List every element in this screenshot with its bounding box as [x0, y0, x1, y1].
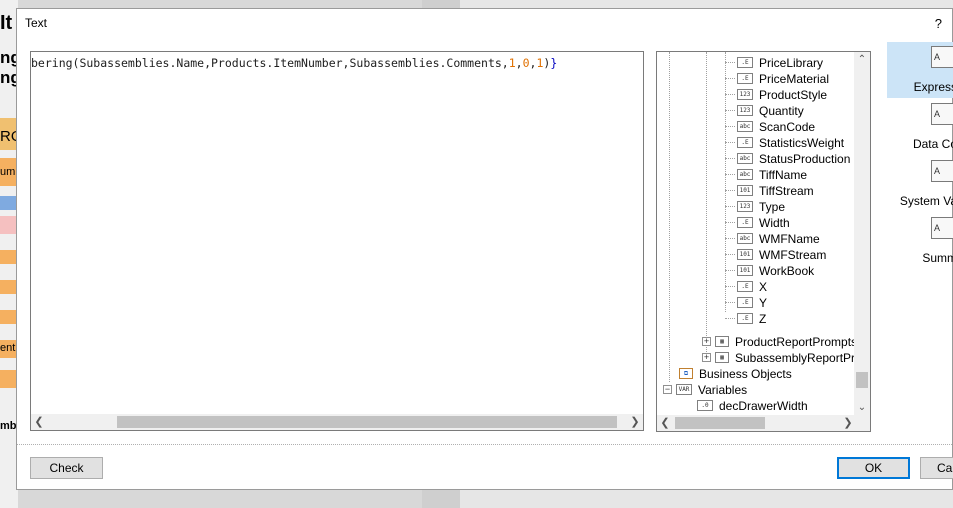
field-type-icon: 123 — [737, 201, 753, 213]
tree-node-subassembly-report-prompts[interactable]: + ▦ SubassemblyReportPron — [702, 349, 868, 365]
ok-button[interactable]: OK — [837, 457, 910, 479]
tree-vertical-scrollbar[interactable]: ⌃ ⌄ — [854, 52, 870, 416]
expression-text[interactable]: bering(Subassemblies.Name,Products.ItemN… — [31, 56, 641, 70]
tree-field-item[interactable]: .E PriceLibrary — [725, 54, 823, 70]
field-type-icon: abc — [737, 121, 753, 133]
field-type-icon: .E — [737, 217, 753, 229]
tree-field-item[interactable]: 123 ProductStyle — [725, 86, 827, 102]
field-type-icon: .E — [737, 297, 753, 309]
dialog-title: Text — [25, 16, 48, 30]
expression-icon: A — [931, 46, 953, 68]
tree-field-item[interactable]: 101 WMFStream — [725, 246, 826, 262]
data-column-mode-button[interactable]: A Data Co — [887, 99, 953, 155]
data-column-icon: A — [931, 103, 953, 125]
field-type-icon: 123 — [737, 105, 753, 117]
scroll-right-icon[interactable]: ❯ — [627, 414, 643, 430]
scroll-thumb[interactable] — [856, 372, 868, 388]
field-type-icon: 101 — [737, 265, 753, 277]
tree-field-item[interactable]: abc ScanCode — [725, 118, 815, 134]
tree-field-item[interactable]: abc StatusProduction — [725, 150, 850, 166]
tree-field-item[interactable]: .E Y — [725, 294, 767, 310]
expression-editor[interactable]: bering(Subassemblies.Name,Products.ItemN… — [30, 51, 644, 431]
field-type-icon: abc — [737, 169, 753, 181]
bg-label: ent — [0, 342, 16, 354]
business-objects-icon: ⧉ — [679, 368, 693, 380]
scroll-up-icon[interactable]: ⌃ — [854, 52, 870, 68]
tree-node-business-objects[interactable]: ⧉ Business Objects — [679, 365, 792, 381]
expand-icon[interactable]: + — [702, 337, 711, 347]
tree-field-item[interactable]: 101 TiffStream — [725, 182, 814, 198]
tree-field-item[interactable]: .E PriceMaterial — [725, 70, 829, 86]
expression-horizontal-scrollbar[interactable]: ❮ ❯ — [31, 414, 643, 430]
tree-field-item[interactable]: abc TiffName — [725, 166, 807, 182]
tree-field-item[interactable]: abc WMFName — [725, 230, 820, 246]
collapse-icon[interactable]: − — [663, 385, 672, 395]
field-type-icon: 101 — [737, 185, 753, 197]
bg-label: mb — [0, 420, 17, 432]
tree-field-item[interactable]: .E Z — [725, 310, 766, 326]
variable-type-icon: .0 — [697, 400, 713, 412]
tree-field-item[interactable]: .E Width — [725, 214, 790, 230]
variables-icon: VAR — [676, 384, 692, 396]
field-type-icon: 101 — [737, 249, 753, 261]
divider — [17, 444, 952, 445]
field-type-icon: abc — [737, 153, 753, 165]
scroll-left-icon[interactable]: ❮ — [31, 414, 47, 430]
field-type-icon: 123 — [737, 89, 753, 101]
tree-field-item[interactable]: 123 Quantity — [725, 102, 804, 118]
bg-label: um — [0, 166, 16, 178]
tree-node-product-report-prompts[interactable]: + ▦ ProductReportPrompts — [702, 333, 857, 349]
table-icon: ▦ — [715, 352, 729, 364]
scroll-thumb[interactable] — [675, 417, 765, 429]
field-type-icon: abc — [737, 233, 753, 245]
help-button[interactable]: ? — [935, 16, 942, 31]
tree-field-item[interactable]: 123 Type — [725, 198, 785, 214]
tree-field-item[interactable]: .E StatisticsWeight — [725, 134, 844, 150]
tree-field-item[interactable]: 101 WorkBook — [725, 262, 814, 278]
scroll-thumb[interactable] — [117, 416, 617, 428]
text-dialog: Text ? bering(Subassemblies.Name,Product… — [16, 8, 953, 490]
summary-icon: A — [931, 217, 953, 239]
cancel-button[interactable]: Ca — [920, 457, 953, 479]
scroll-down-icon[interactable]: ⌄ — [854, 400, 870, 416]
field-type-icon: .E — [737, 73, 753, 85]
field-type-icon: .E — [737, 313, 753, 325]
check-button[interactable]: Check — [30, 457, 103, 479]
field-type-icon: .E — [737, 57, 753, 69]
system-variable-mode-button[interactable]: A System Va — [887, 156, 953, 212]
expand-icon[interactable]: + — [702, 353, 711, 363]
scroll-left-icon[interactable]: ❮ — [657, 415, 673, 431]
summary-mode-button[interactable]: A Summ — [887, 213, 953, 269]
tree-horizontal-scrollbar[interactable]: ❮ ❯ — [657, 415, 856, 431]
field-type-icon: .E — [737, 281, 753, 293]
system-variable-icon: A — [931, 160, 953, 182]
field-type-icon: .E — [737, 137, 753, 149]
expression-mode-button[interactable]: A Express — [887, 42, 953, 98]
tree-variable-item[interactable]: .0 decDrawerWidth — [697, 397, 808, 413]
bg-label: It — [0, 12, 13, 34]
scrollbar-corner — [854, 415, 870, 431]
table-icon: ▦ — [715, 336, 729, 348]
data-tree[interactable]: .E PriceLibrary .E PriceMaterial 123 Produc… — [656, 51, 871, 432]
tree-field-item[interactable]: .E X — [725, 278, 767, 294]
tree-node-variables[interactable]: − VAR Variables — [663, 381, 747, 397]
